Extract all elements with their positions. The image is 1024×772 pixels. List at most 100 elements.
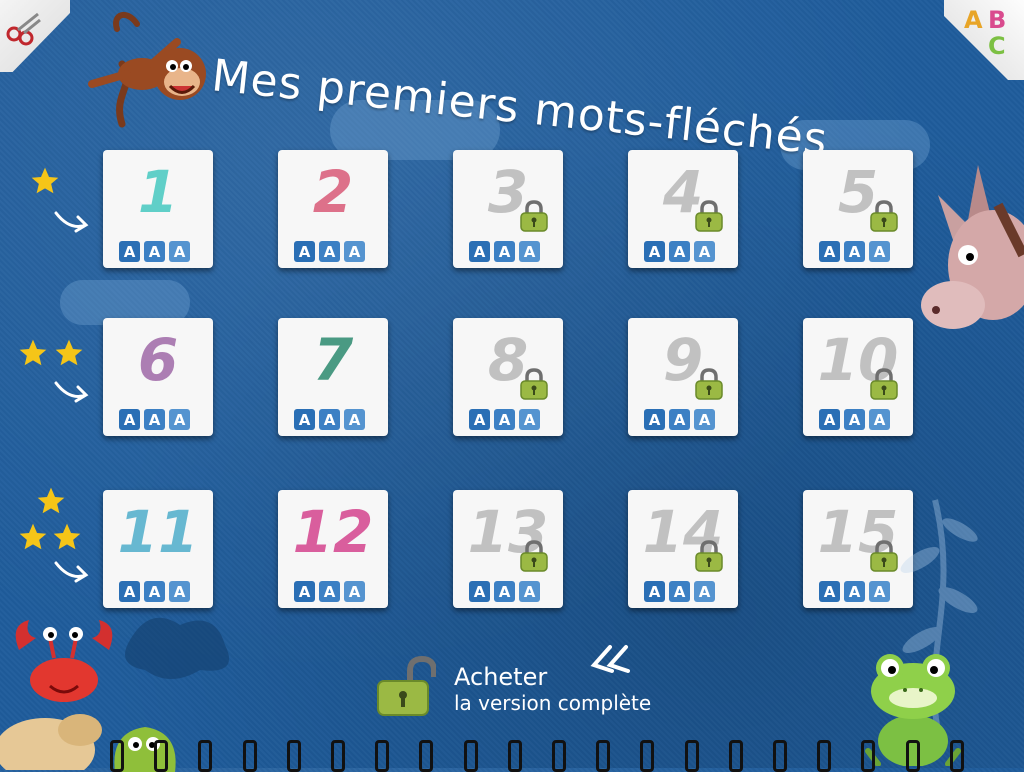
donkey-illustration	[921, 165, 1024, 329]
padlock-icon	[870, 368, 898, 400]
row-1-stars	[28, 165, 62, 201]
difficulty-letters: AAA	[644, 241, 715, 262]
difficulty-letter: A	[519, 409, 540, 430]
level-card-11[interactable]: 11 A A A	[103, 490, 213, 608]
padlock-icon	[695, 540, 723, 572]
level-card-3[interactable]: 3AAA	[453, 150, 563, 268]
difficulty-letter: A	[294, 409, 315, 430]
arrow-icon	[54, 211, 89, 233]
difficulty-letter: A	[819, 409, 840, 430]
difficulty-letter: A	[144, 581, 165, 602]
level-card-4[interactable]: 4AAA	[628, 150, 738, 268]
scissors-icon	[6, 12, 41, 46]
level-number: 11	[117, 498, 199, 566]
difficulty-letter: A	[144, 409, 165, 430]
difficulty-letter: A	[119, 241, 140, 262]
difficulty-letter: A	[469, 409, 490, 430]
level-card-7[interactable]: 7AAA	[278, 318, 388, 436]
star-icon	[19, 523, 47, 550]
difficulty-letters: AAA	[819, 409, 890, 430]
abc-letter-c: C	[988, 32, 1006, 60]
difficulty-letter: A	[319, 581, 340, 602]
monkey-illustration	[88, 12, 206, 128]
level-card-14[interactable]: 14 A A A	[628, 490, 738, 608]
difficulty-letter: A	[669, 581, 690, 602]
difficulty-letters: AAA	[119, 409, 190, 430]
padlock-icon	[870, 200, 898, 232]
padlock-icon	[695, 200, 723, 232]
level-card-1[interactable]: 1AAA	[103, 150, 213, 268]
double-chevron-icon	[590, 645, 630, 673]
difficulty-letter: A	[669, 409, 690, 430]
difficulty-letter: A	[519, 241, 540, 262]
abc-icon: A B C	[956, 4, 1016, 64]
level-card-2[interactable]: 2AAA	[278, 150, 388, 268]
difficulty-letters: AAA	[819, 241, 890, 262]
difficulty-letter: A	[294, 241, 315, 262]
difficulty-letter: A	[844, 581, 865, 602]
difficulty-letters: AAA	[119, 241, 190, 262]
difficulty-letter: A	[644, 241, 665, 262]
level-card-10[interactable]: 10 A A A	[803, 318, 913, 436]
arrow-icon	[54, 381, 89, 403]
difficulty-letters: AAA	[294, 409, 365, 430]
difficulty-letter: A	[694, 241, 715, 262]
difficulty-letter: A	[644, 409, 665, 430]
difficulty-letter: A	[869, 409, 890, 430]
difficulty-letters: AAA	[469, 241, 540, 262]
difficulty-letter: A	[119, 581, 140, 602]
difficulty-letter: A	[844, 409, 865, 430]
level-number: 6	[137, 326, 179, 394]
difficulty-letters: AAA	[294, 241, 365, 262]
ink-splash-decoration	[125, 617, 230, 679]
level-number: 2	[312, 158, 354, 226]
abc-corner-button[interactable]: A B C	[944, 0, 1024, 80]
difficulty-letter: A	[319, 241, 340, 262]
difficulty-letter: A	[819, 581, 840, 602]
star-icon	[31, 167, 59, 194]
difficulty-letter: A	[694, 581, 715, 602]
buy-sublabel: la version complète	[454, 691, 652, 715]
level-card-13[interactable]: 13 A A A	[453, 490, 563, 608]
difficulty-letter: A	[169, 241, 190, 262]
shell-illustration	[0, 714, 102, 770]
difficulty-letters: AAA	[119, 581, 190, 602]
difficulty-letter: A	[819, 241, 840, 262]
arrow-icon	[54, 561, 89, 583]
padlock-icon	[695, 368, 723, 400]
abc-letter-a: A	[964, 6, 983, 34]
difficulty-letter: A	[494, 241, 515, 262]
padlock-icon	[520, 540, 548, 572]
level-card-6[interactable]: 6 AAA	[103, 318, 213, 436]
row-2-stars	[16, 337, 86, 369]
padlock-icon	[520, 368, 548, 400]
difficulty-letter: A	[519, 581, 540, 602]
difficulty-letters: AAA	[469, 581, 540, 602]
open-padlock-icon	[377, 655, 436, 716]
buy-label: Acheter	[454, 663, 548, 691]
scissors-corner-button[interactable]	[0, 0, 70, 72]
padlock-icon	[520, 200, 548, 232]
level-card-5[interactable]: 5AAA	[803, 150, 913, 268]
spiral-binding	[110, 740, 964, 772]
difficulty-letter: A	[669, 241, 690, 262]
level-card-12[interactable]: 12 A A A	[278, 490, 388, 608]
difficulty-letters: AAA	[294, 581, 365, 602]
level-number: 1	[137, 158, 179, 226]
buy-full-version-button[interactable]: Acheter la version complète	[376, 645, 716, 725]
difficulty-letter: A	[694, 409, 715, 430]
level-number: 7	[312, 326, 354, 394]
star-icon	[53, 523, 81, 550]
difficulty-letters: AAA	[644, 581, 715, 602]
star-icon	[55, 339, 83, 366]
difficulty-letters: AAA	[469, 409, 540, 430]
star-icon	[19, 339, 47, 366]
level-card-9[interactable]: 9AAA	[628, 318, 738, 436]
difficulty-letter: A	[869, 241, 890, 262]
difficulty-letter: A	[344, 409, 365, 430]
abc-letter-b: B	[988, 6, 1007, 34]
difficulty-letter: A	[144, 241, 165, 262]
difficulty-letter: A	[344, 241, 365, 262]
difficulty-letter: A	[169, 409, 190, 430]
level-card-8[interactable]: 8AAA	[453, 318, 563, 436]
